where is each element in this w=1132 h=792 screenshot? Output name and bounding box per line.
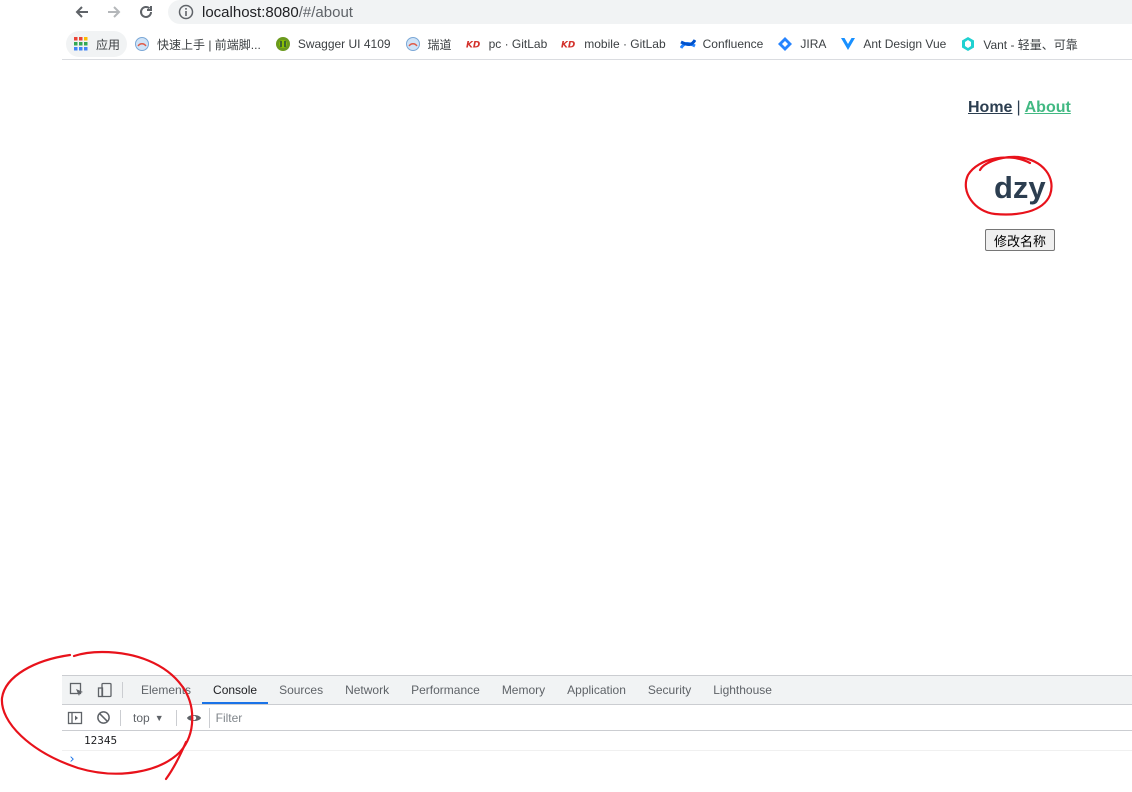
nav-link-home[interactable]: Home <box>968 99 1012 116</box>
nav-link-about[interactable]: About <box>1025 99 1071 116</box>
bookmark-item[interactable]: KD mobile · GitLab <box>554 31 672 57</box>
toolbar-divider <box>175 709 177 726</box>
live-expression-eye-icon[interactable] <box>183 707 205 729</box>
device-toolbar-icon[interactable] <box>94 679 116 701</box>
tab-console[interactable]: Console <box>202 676 269 704</box>
svg-text:KD: KD <box>561 41 575 51</box>
console-toolbar: top ▼ <box>62 705 1132 731</box>
annotation-overlay <box>0 155 1053 781</box>
bookmark-label: 应用 <box>96 37 121 52</box>
swagger-icon <box>275 36 291 52</box>
tab-sources[interactable]: Sources <box>268 676 334 704</box>
context-label: top <box>133 710 150 725</box>
forward-arrow-icon <box>108 6 121 18</box>
clear-console-icon[interactable] <box>92 707 114 729</box>
tab-lighthouse[interactable]: Lighthouse <box>702 676 783 704</box>
rename-button[interactable]: 修改名称 <box>985 229 1055 251</box>
bookmark-label: 瑞道 <box>427 37 452 52</box>
devtools-tabbar: Elements Console Sources Network Performance… <box>62 676 1132 705</box>
bookmark-item[interactable]: Swagger UI 4109 <box>268 31 398 57</box>
toolbar-divider <box>120 709 121 726</box>
bookmark-item[interactable]: Confluence <box>673 31 771 57</box>
confluence-icon <box>679 36 696 52</box>
bookmarks-bar: 应用 快速上手 | 前端脚... Swagger UI 4109 瑞道 KD pc · G… <box>62 29 1132 60</box>
address-bar[interactable]: localhost:8080/#/about <box>168 0 1132 24</box>
tab-application[interactable]: Application <box>556 676 637 704</box>
devtools-panel: Elements Console Sources Network Performance… <box>62 675 1132 792</box>
devtools-tab-list: Elements Console Sources Network Performance… <box>130 676 783 704</box>
app-nav: Home | About <box>968 99 1071 117</box>
bookmark-label: Vant - 轻量、可靠 <box>983 37 1078 52</box>
browser-toolbar: localhost:8080/#/about <box>62 0 1132 26</box>
tab-performance[interactable]: Performance <box>400 676 491 704</box>
tab-memory[interactable]: Memory <box>491 676 556 704</box>
bookmark-item[interactable]: Ant Design Vue <box>833 31 953 57</box>
bookmark-item[interactable]: 瑞道 <box>398 31 459 57</box>
info-icon[interactable] <box>178 4 194 20</box>
tab-security[interactable]: Security <box>637 676 702 704</box>
site-icon <box>405 36 421 52</box>
jira-icon <box>777 36 793 52</box>
vant-icon <box>960 36 976 52</box>
bookmark-item[interactable]: Vant - 轻量、可靠 <box>953 31 1084 57</box>
console-prompt-icon[interactable]: › <box>68 752 76 767</box>
bookmark-label: Ant Design Vue <box>863 37 947 51</box>
apps-grid-icon <box>73 36 89 52</box>
bookmark-label: pc · GitLab <box>488 37 548 51</box>
bookmark-label: JIRA <box>800 37 827 51</box>
reload-button[interactable] <box>134 2 158 22</box>
bookmark-item[interactable]: JIRA <box>770 31 833 57</box>
bookmark-label: Swagger UI 4109 <box>297 37 391 51</box>
tab-network[interactable]: Network <box>334 676 400 704</box>
site-icon <box>134 36 150 52</box>
gitlab-icon: KD <box>561 36 577 52</box>
bookmark-item[interactable]: 应用 <box>66 31 128 57</box>
back-arrow-icon <box>75 6 88 18</box>
toolbar-divider <box>122 682 123 698</box>
back-button[interactable] <box>70 2 94 22</box>
forward-button[interactable] <box>102 2 126 22</box>
reload-icon <box>140 5 152 18</box>
url-path: /#/about <box>298 3 353 21</box>
inspect-element-icon[interactable] <box>66 679 88 701</box>
context-selector[interactable]: top ▼ <box>127 711 170 725</box>
bookmark-item[interactable]: KD pc · GitLab <box>459 31 555 57</box>
sidebar-toggle-icon[interactable] <box>64 707 86 729</box>
bookmark-label: mobile · GitLab <box>584 37 666 51</box>
vue-icon <box>840 36 856 52</box>
url-text: localhost:8080/#/about <box>202 4 353 21</box>
name-heading: dzy <box>994 170 1046 205</box>
gitlab-icon: KD <box>466 36 482 52</box>
bookmark-item[interactable]: 快速上手 | 前端脚... <box>127 31 268 57</box>
nav-separator: | <box>1016 99 1021 116</box>
console-log-line: 12345 <box>62 732 1132 751</box>
console-log-value: 12345 <box>84 734 118 747</box>
svg-text:KD: KD <box>466 41 480 51</box>
bookmark-label: Confluence <box>702 37 764 51</box>
bookmark-label: 快速上手 | 前端脚... <box>157 37 261 52</box>
console-filter-input[interactable] <box>208 707 1132 728</box>
tab-elements[interactable]: Elements <box>130 676 202 704</box>
url-host: localhost:8080 <box>202 3 299 21</box>
dropdown-arrow-icon: ▼ <box>154 712 164 723</box>
